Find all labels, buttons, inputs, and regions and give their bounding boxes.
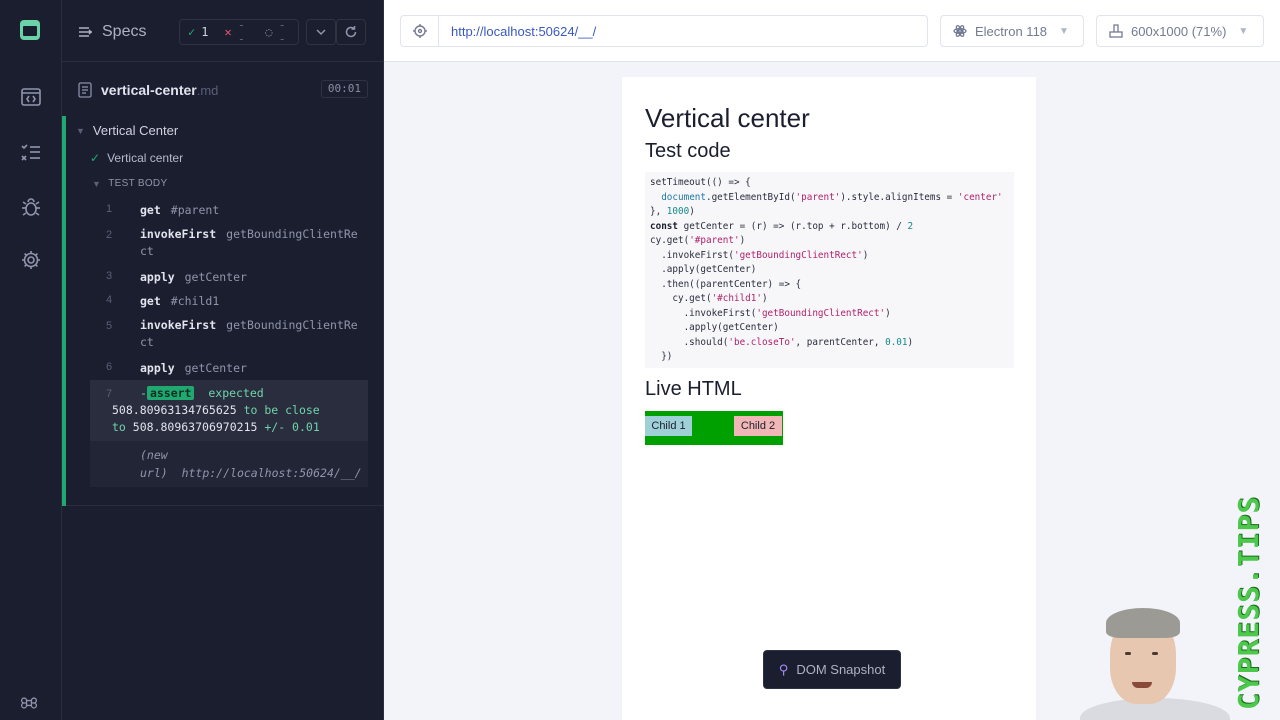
spinner-icon: ◌ [265,25,273,39]
spec-row[interactable]: vertical-center .md 00:01 [78,80,368,100]
caret-down-icon: ▼ [92,178,102,189]
runs-icon[interactable] [20,86,42,108]
spec-duration: 00:01 [320,80,368,98]
dom-snapshot-button[interactable]: ⚲ DOM Snapshot [763,650,901,689]
command-row[interactable]: 2 invokeFirst getBoundingClientRect [90,222,368,265]
assert-badge: assert [146,386,195,400]
nav-rail [0,0,62,720]
live-html-heading: Live HTML [645,378,742,400]
presenter-video [1080,600,1230,720]
suite-title[interactable]: ▼ Vertical Center [76,123,178,138]
page-title: Vertical center [645,103,810,133]
document-icon [78,82,92,98]
assert-row[interactable]: 7 - assert expected 508.80963134765625 to… [90,380,368,441]
reporter-header: Specs ✓ 1 ✕ -- ◌ -- [62,0,384,62]
settings-icon[interactable] [20,249,42,271]
test-area: ▼ Vertical Center ✓ Vertical center ▼ TE… [62,116,384,506]
aut-iframe: Vertical center Test code setTimeout(() … [622,77,1036,720]
electron-icon [953,25,967,37]
child-2: Child 2 [734,416,782,436]
chevron-down-icon: ▼ [1238,25,1249,37]
cypress-logo-icon[interactable] [20,20,40,40]
pending-count: ◌ -- [265,18,286,46]
browser-select[interactable]: Electron 118 ▼ [940,15,1084,47]
url-text: http://localhost:50624/__/ [451,23,597,39]
child-1: Child 1 [645,416,692,436]
test-stats: ✓ 1 ✕ -- ◌ -- [179,18,299,46]
new-url-row[interactable]: (new url) http://localhost:50624/__/ [90,441,368,487]
specs-toggle-button[interactable]: Specs [78,22,146,42]
crosshair-icon [412,24,427,38]
specs-list-icon[interactable] [20,141,42,163]
code-block: setTimeout(() => { document.getElementBy… [645,172,1014,368]
passed-count: ✓ 1 [188,25,209,39]
expand-menu-button[interactable] [306,19,336,45]
url-bar[interactable]: http://localhost:50624/__/ [400,15,928,47]
spec-name: vertical-center [101,82,197,98]
collapse-icon [79,27,93,37]
pin-icon: ⚲ [778,661,789,677]
viewport-icon [1109,24,1123,38]
url-toolbar: http://localhost:50624/__/ Electron 118 … [384,0,1280,62]
selector-playground-button[interactable] [401,16,439,46]
check-icon: ✓ [188,25,196,39]
test-title[interactable]: ✓ Vertical center [90,151,183,165]
chevron-down-icon [316,29,326,36]
command-row[interactable]: 6 apply getCenter [90,356,368,380]
command-row[interactable]: 5 invokeFirst getBoundingClientRect [90,313,368,356]
parent-container: Child 1 Child 2 [645,411,783,445]
command-log: 1 get #parent 2 invokeFirst getBoundingClien… [90,198,368,487]
pass-indicator-bar [62,116,66,506]
refresh-icon [345,26,357,38]
debug-icon[interactable] [20,196,42,218]
keyboard-shortcut-icon[interactable] [20,694,40,714]
command-row[interactable]: 4 get #child1 [90,289,368,313]
spec-extension: .md [196,82,219,98]
rerun-button[interactable] [336,19,366,45]
test-body-toggle[interactable]: ▼ TEST BODY [92,178,167,189]
caret-down-icon: ▼ [76,125,85,136]
reporter-panel: Specs ✓ 1 ✕ -- ◌ -- vertical-center .md 00:0… [62,0,384,720]
test-code-heading: Test code [645,140,731,162]
command-row[interactable]: 3 apply getCenter [90,265,368,289]
x-icon: ✕ [224,25,232,39]
failed-count: ✕ -- [224,18,245,46]
check-icon: ✓ [90,151,101,165]
chevron-down-icon: ▼ [1059,25,1069,37]
watermark: CYPRESS.TIPS [1232,495,1265,710]
command-row[interactable]: 1 get #parent [90,198,368,222]
viewport-select[interactable]: 600x1000 (71%) ▼ [1096,15,1264,47]
specs-label: Specs [102,23,147,40]
